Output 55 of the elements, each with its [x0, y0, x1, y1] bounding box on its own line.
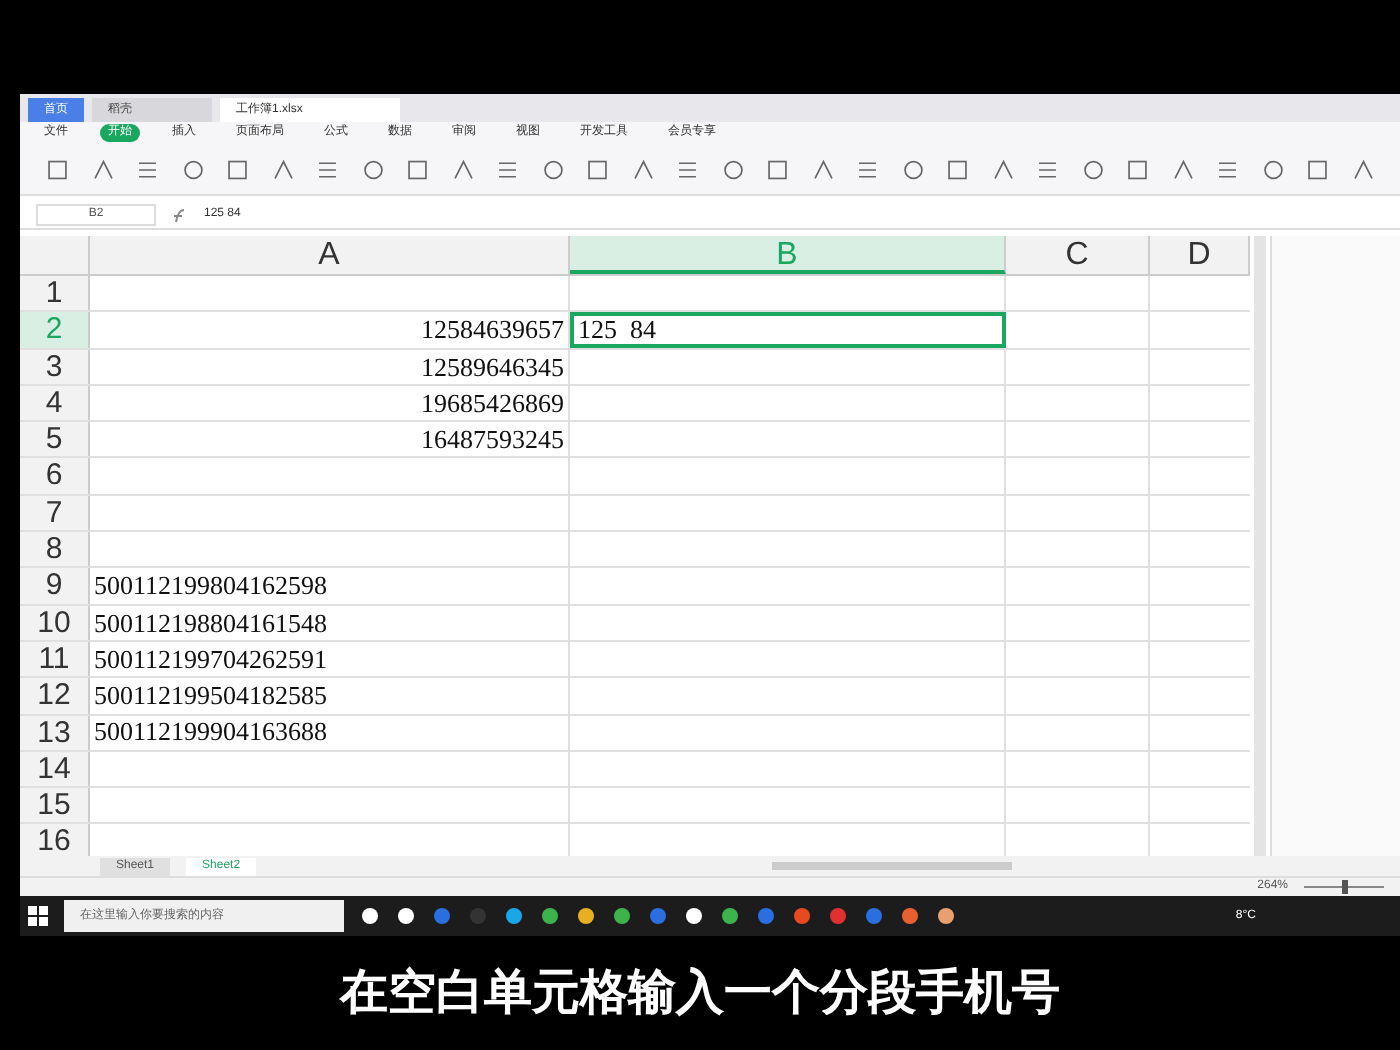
- cell-input[interactable]: 125 84: [578, 310, 656, 350]
- table-cell-text: 500112199504182585: [94, 678, 328, 715]
- toolbar-icon[interactable]: [539, 155, 566, 183]
- row-header[interactable]: 10: [20, 605, 90, 640]
- row-header[interactable]: 12: [20, 678, 90, 714]
- toolbar-icon[interactable]: [44, 155, 71, 183]
- toolbar-icon[interactable]: [1304, 155, 1331, 183]
- row-header[interactable]: 1: [20, 276, 90, 311]
- table-cell-text: 500112199804162598: [94, 568, 328, 605]
- row-header[interactable]: 9: [20, 568, 90, 604]
- table-cell-text: 19685426869: [421, 385, 564, 422]
- column-header[interactable]: C: [1006, 236, 1150, 274]
- toolbar-icon[interactable]: [764, 155, 791, 183]
- function-icon[interactable]: [172, 207, 188, 223]
- table-cell-text: 500112199904163688: [94, 714, 328, 751]
- row-header[interactable]: 4: [20, 385, 90, 421]
- toolbar-icon[interactable]: [179, 155, 206, 183]
- row-header[interactable]: 13: [20, 715, 90, 750]
- toolbar-icon[interactable]: [944, 155, 971, 183]
- toolbar-icon[interactable]: [89, 155, 116, 183]
- video-caption: 在空白单元格输入一个分段手机号: [340, 963, 1060, 1023]
- toolbar-icon[interactable]: [449, 155, 476, 183]
- windows-start-icon[interactable]: [28, 906, 48, 926]
- table-cell-text: 12589646345: [421, 349, 564, 385]
- row-header[interactable]: 14: [20, 751, 90, 787]
- toolbar-icon[interactable]: [989, 155, 1016, 183]
- toolbar-icon[interactable]: [719, 155, 746, 183]
- toolbar-icon[interactable]: [1259, 155, 1286, 183]
- table-cell-text: 12584639657: [421, 312, 564, 349]
- horizontal-scrollbar[interactable]: [772, 862, 1013, 870]
- table-cell-text: 500112198804161548: [94, 605, 328, 642]
- toolbar-icon[interactable]: [224, 155, 251, 183]
- toolbar-icon[interactable]: [1349, 155, 1376, 183]
- toolbar-icon[interactable]: [1124, 155, 1151, 183]
- toolbar-icon[interactable]: [359, 155, 386, 183]
- toolbar-icon[interactable]: [404, 155, 431, 183]
- toolbar-icon[interactable]: [584, 155, 611, 183]
- toolbar-icon[interactable]: [899, 155, 926, 183]
- row-header[interactable]: 8: [20, 532, 90, 567]
- zoom-slider-thumb[interactable]: [1342, 880, 1348, 894]
- table-cell-text: 16487593245: [421, 422, 564, 459]
- toolbar-icon[interactable]: [269, 155, 296, 183]
- row-header[interactable]: 5: [20, 422, 90, 457]
- row-header[interactable]: 3: [20, 349, 90, 384]
- toolbar-icon[interactable]: [629, 155, 656, 183]
- toolbar-icon[interactable]: [1079, 155, 1106, 183]
- row-header[interactable]: 7: [20, 495, 90, 531]
- column-header[interactable]: D: [1150, 236, 1250, 274]
- row-header[interactable]: 11: [20, 641, 90, 677]
- row-header[interactable]: 6: [20, 458, 90, 494]
- toolbar-icon[interactable]: [1169, 155, 1196, 183]
- table-cell-text: 500112199704262591: [94, 641, 328, 678]
- row-header[interactable]: 15: [20, 788, 90, 823]
- toolbar-icon[interactable]: [809, 155, 836, 183]
- vertical-scrollbar[interactable]: [1254, 236, 1266, 856]
